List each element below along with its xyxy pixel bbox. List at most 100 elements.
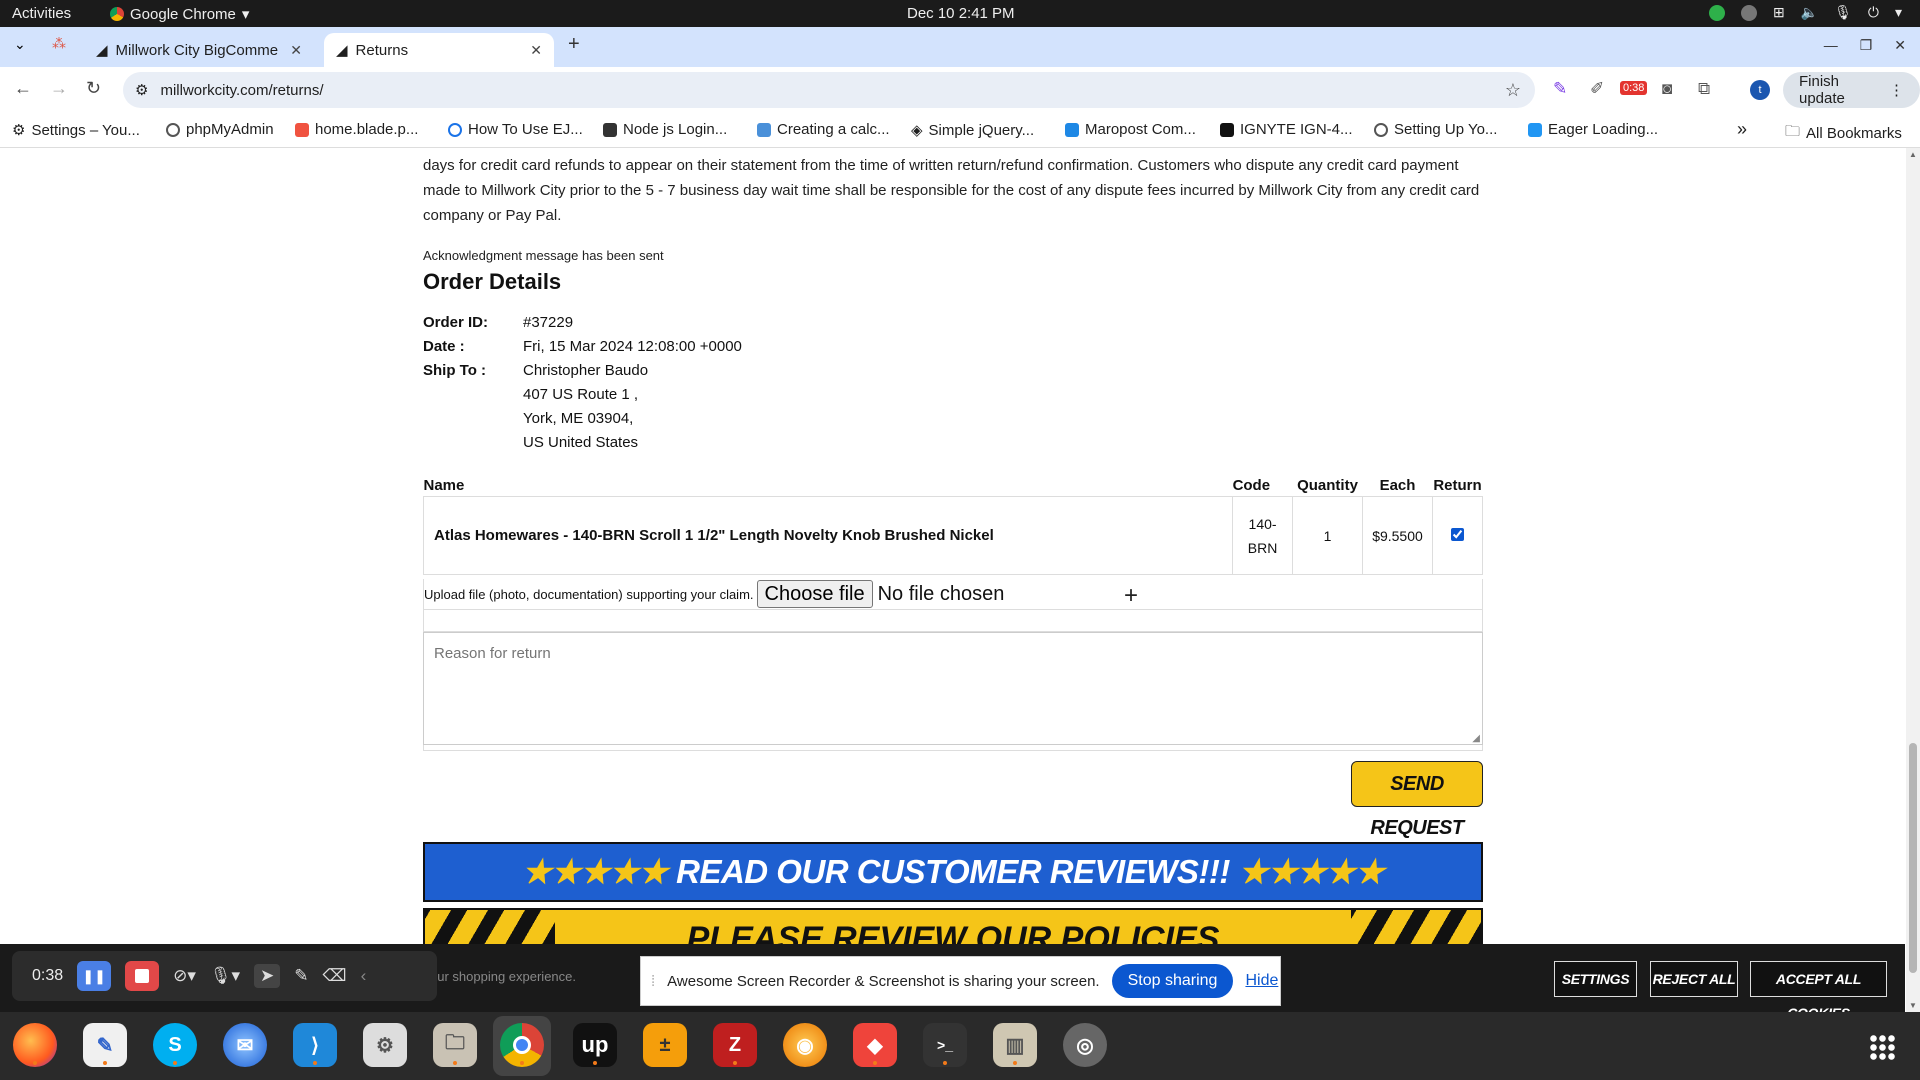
profile-avatar[interactable]: t: [1750, 80, 1770, 100]
camera-icon[interactable]: ◙: [1662, 79, 1672, 99]
microphone-off-icon[interactable]: 🎙▾: [210, 966, 240, 986]
drag-handle-icon[interactable]: ⁞: [651, 973, 655, 990]
anydesk-icon[interactable]: ◆: [853, 1023, 897, 1067]
vscode-icon[interactable]: ⟩: [293, 1023, 337, 1067]
folder-icon: 🗀: [1785, 123, 1801, 140]
close-tab-icon[interactable]: ✕: [530, 42, 542, 59]
files-icon[interactable]: 🗀: [433, 1023, 477, 1067]
forward-button[interactable]: →: [50, 78, 68, 99]
settings-icon[interactable]: ⚙: [363, 1023, 407, 1067]
bookmark-item[interactable]: Creating a calc...: [757, 121, 890, 138]
tab-group-icon[interactable]: ⁂: [52, 35, 66, 52]
skype-icon[interactable]: S: [153, 1023, 197, 1067]
tab-millwork-bigcommerce[interactable]: ◢ Millwork City BigComme ✕: [84, 33, 314, 67]
firefox-icon[interactable]: [13, 1023, 57, 1067]
reload-button[interactable]: ↻: [86, 78, 101, 99]
send-request-button[interactable]: SEND REQUEST: [1351, 761, 1483, 839]
upwork-tray-icon: [1740, 4, 1757, 21]
kebab-menu-icon[interactable]: ⋮: [1889, 81, 1904, 99]
page-scrollbar[interactable]: ▲ ▼: [1906, 148, 1920, 1012]
bookmark-item[interactable]: ⚙ Settings – You...: [12, 121, 140, 140]
bookmark-item[interactable]: Setting Up Yo...: [1374, 121, 1497, 138]
all-bookmarks-button[interactable]: 🗀 All Bookmarks: [1785, 121, 1902, 146]
bookmark-item[interactable]: home.blade.p...: [295, 121, 418, 138]
clock[interactable]: Dec 10 2:41 PM: [907, 5, 1015, 22]
restore-icon[interactable]: ❐: [1860, 37, 1873, 54]
accept-all-cookies-button[interactable]: ACCEPT ALL COOKIES: [1750, 961, 1887, 1012]
reject-all-button[interactable]: REJECT ALL: [1650, 961, 1738, 997]
bookmark-item[interactable]: How To Use EJ...: [448, 121, 583, 138]
collapse-chevron-icon[interactable]: ‹: [361, 966, 367, 986]
order-id-label: Order ID:: [423, 314, 489, 331]
return-checkbox[interactable]: [1450, 527, 1464, 541]
reason-placeholder: Reason for return: [434, 645, 551, 662]
eraser-icon[interactable]: ⌫: [323, 966, 347, 986]
upwork-icon[interactable]: up: [573, 1023, 617, 1067]
cursor-icon[interactable]: ➤: [254, 964, 281, 988]
close-window-icon[interactable]: ✕: [1894, 37, 1906, 54]
finish-update-button[interactable]: Finish update ⋮: [1783, 72, 1920, 108]
more-bookmarks-button[interactable]: »: [1737, 119, 1747, 140]
back-button[interactable]: ←: [14, 78, 32, 99]
hide-notice-link[interactable]: Hide: [1245, 972, 1278, 990]
window-controls: — ❐ ✕: [1824, 37, 1906, 54]
new-tab-button[interactable]: +: [568, 33, 580, 56]
customer-reviews-banner[interactable]: ★★★★★ READ OUR CUSTOMER REVIEWS!!! ★★★★★: [423, 842, 1483, 902]
bookmark-item[interactable]: Maropost Com...: [1065, 121, 1196, 138]
ship-to-name: Christopher Baudo: [523, 362, 649, 379]
tab-search-icon[interactable]: ⌄: [14, 36, 26, 53]
bookmark-item[interactable]: phpMyAdmin: [166, 121, 274, 138]
archive-icon[interactable]: ▥: [993, 1023, 1037, 1067]
pen-extension-icon[interactable]: ✎: [1553, 79, 1567, 99]
blender-icon[interactable]: ◉: [783, 1023, 827, 1067]
bookmark-item[interactable]: ◈ Simple jQuery...: [911, 121, 1034, 140]
network-icon: ⊞: [1772, 4, 1785, 20]
ship-to-address-line: US United States: [523, 434, 639, 451]
close-tab-icon[interactable]: ✕: [290, 42, 302, 59]
pen-icon[interactable]: ✎: [294, 966, 308, 986]
pause-recording-button[interactable]: ❚❚: [77, 961, 112, 991]
filezilla-icon[interactable]: Z: [713, 1023, 757, 1067]
bookmark-star-icon[interactable]: ☆: [1505, 80, 1521, 101]
column-header-return: Return: [1433, 477, 1482, 494]
scroll-down-icon[interactable]: ▼: [1909, 1001, 1917, 1010]
scrollbar-thumb[interactable]: [1909, 743, 1917, 973]
calculator-icon[interactable]: ±: [643, 1023, 687, 1067]
address-bar[interactable]: ⚙ millworkcity.com/returns/ ☆: [123, 72, 1535, 108]
minimize-icon[interactable]: —: [1824, 37, 1838, 54]
stop-sharing-button[interactable]: Stop sharing: [1111, 964, 1234, 998]
bookmark-item[interactable]: IGNYTE IGN-4...: [1220, 121, 1353, 138]
url-text[interactable]: millworkcity.com/returns/: [160, 82, 323, 99]
order-details-heading: Order Details: [423, 269, 562, 294]
show-apps-icon[interactable]: [1869, 1034, 1895, 1060]
bigcommerce-favicon-icon: ◢: [96, 42, 108, 59]
thunderbird-icon[interactable]: ✉: [223, 1023, 267, 1067]
site-info-icon[interactable]: ⚙: [135, 81, 148, 99]
terminal-icon[interactable]: >_: [923, 1023, 967, 1067]
site-favicon-icon: ◈: [911, 122, 923, 139]
choose-file-button[interactable]: Choose file: [756, 580, 873, 608]
tab-returns[interactable]: ◢ Returns ✕: [324, 33, 554, 67]
recorder-extension-badge[interactable]: 0:38: [1620, 81, 1648, 95]
reason-textarea[interactable]: Reason for return ◢: [423, 632, 1483, 745]
acknowledgment-message: Acknowledgment message has been sent: [423, 248, 664, 263]
product-code: 140- BRN: [1232, 496, 1294, 575]
activities-button[interactable]: Activities: [12, 5, 71, 22]
text-editor-icon[interactable]: ✎: [83, 1023, 127, 1067]
camera-off-icon[interactable]: ⊘▾: [173, 966, 196, 986]
cookie-settings-button[interactable]: SETTINGS: [1554, 961, 1637, 997]
chrome-icon[interactable]: [500, 1023, 544, 1067]
puzzle-extensions-icon[interactable]: ⧉: [1698, 79, 1710, 99]
screenshot-icon[interactable]: ◎: [1063, 1023, 1107, 1067]
return-checkbox-cell: [1431, 496, 1484, 575]
app-menu[interactable]: Google Chrome ▾: [110, 5, 249, 23]
extension-icon[interactable]: ✐: [1590, 79, 1604, 99]
bookmark-item[interactable]: Node js Login...: [603, 121, 727, 138]
resize-handle-icon[interactable]: ◢: [1472, 733, 1480, 744]
plus-icon[interactable]: +: [1124, 582, 1138, 610]
system-tray[interactable]: ⊞ 🔈 🎙 ⏻ ▾: [1708, 4, 1902, 21]
scroll-up-icon[interactable]: ▲: [1909, 150, 1917, 159]
bookmark-item[interactable]: Eager Loading...: [1528, 121, 1658, 138]
policies-banner[interactable]: PLEASE REVIEW OUR POLICIES: [423, 908, 1483, 948]
stop-recording-button[interactable]: [125, 961, 160, 991]
